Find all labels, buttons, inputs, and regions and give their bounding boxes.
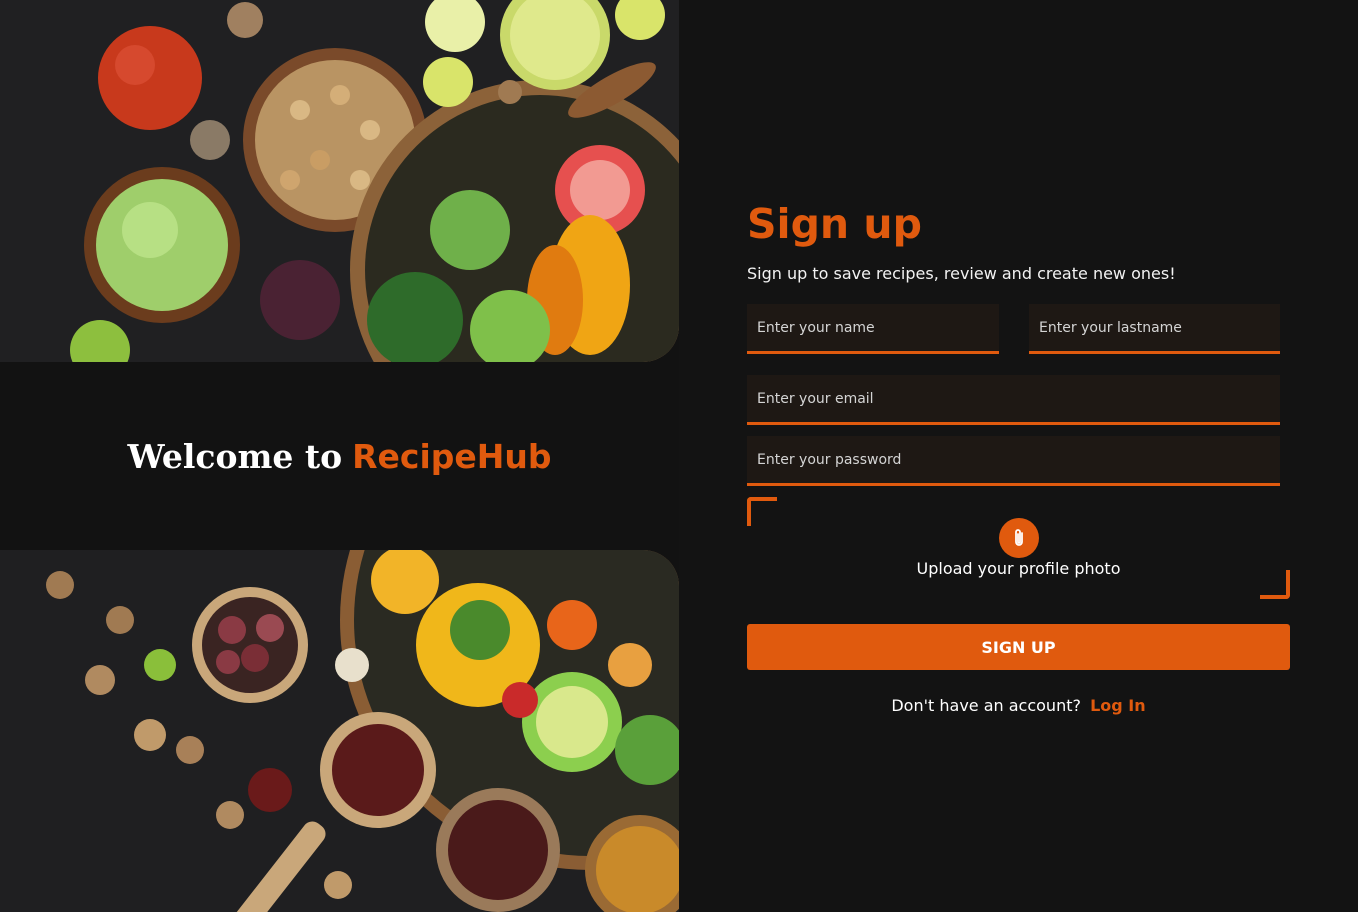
food-illustration-bottom — [0, 550, 679, 912]
name-input[interactable] — [747, 304, 999, 351]
email-field — [747, 375, 1280, 425]
page-subtitle: Sign up to save recipes, review and crea… — [747, 264, 1176, 283]
food-illustration-top — [0, 0, 679, 362]
welcome-banner: Welcome to RecipeHub — [0, 362, 679, 550]
paperclip-icon — [1015, 529, 1023, 546]
welcome-text: Welcome to — [127, 436, 343, 476]
lastname-input[interactable] — [1029, 304, 1280, 351]
login-link[interactable]: Log In — [1090, 696, 1146, 715]
page-title: Sign up — [747, 200, 922, 248]
password-field — [747, 436, 1280, 486]
email-input[interactable] — [747, 375, 1280, 422]
welcome-panel: Welcome to RecipeHub — [0, 0, 679, 912]
dropzone-corner-top-left — [747, 497, 777, 526]
food-photo-bottom — [0, 550, 679, 912]
upload-photo-dropzone[interactable]: Upload your profile photo — [747, 497, 1290, 599]
brand-name: RecipeHub — [352, 436, 552, 476]
food-photo-top — [0, 0, 679, 362]
login-prompt-line: Don't have an account? Log In — [747, 696, 1290, 715]
sign-up-button[interactable]: SIGN UP — [747, 624, 1290, 670]
signup-panel: Sign up Sign up to save recipes, review … — [679, 0, 1358, 912]
login-prompt: Don't have an account? — [891, 696, 1081, 715]
upload-label: Upload your profile photo — [916, 559, 1121, 578]
dropzone-corner-bottom-right — [1260, 570, 1290, 599]
upload-button[interactable] — [999, 518, 1039, 558]
lastname-field — [1029, 304, 1280, 354]
name-field — [747, 304, 999, 354]
password-input[interactable] — [747, 436, 1280, 483]
